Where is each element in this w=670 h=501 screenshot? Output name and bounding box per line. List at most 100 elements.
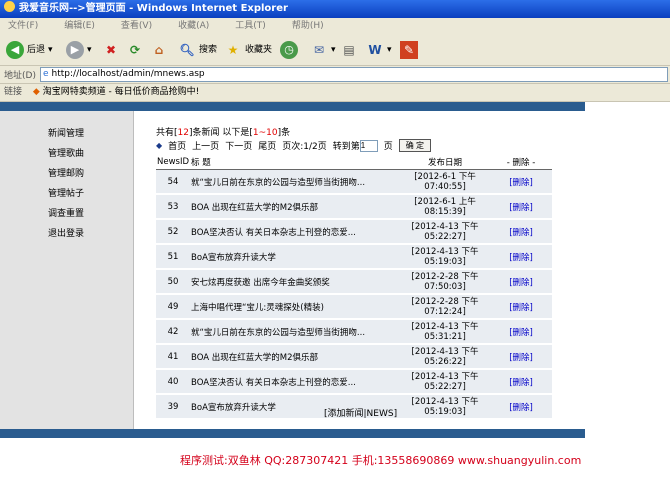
table-row: 54 就“宝儿日前在东京的公园与造型师当街拥吻... [2012-6-1 下午 07:…: [156, 169, 552, 195]
sidebar-item-mail-order[interactable]: 管理邮购: [48, 166, 84, 179]
pager-prev[interactable]: 上一页: [192, 139, 219, 152]
menu-tools[interactable]: 工具(T): [235, 21, 266, 31]
printer-icon: ▤: [343, 43, 355, 57]
news-date-line1: [2012-6-1 上午: [414, 196, 476, 207]
toolbar: ◀ 后退 ▾ ▶ ▾ ✖ ⟳ ⌂ 🔍︎ 搜索 ★ 收藏夹 ◷ ✉ ▾ ▤ W ▾ ✎: [0, 35, 670, 66]
delete-link[interactable]: [删除]: [490, 344, 552, 370]
mail-button[interactable]: ✉ ▾: [310, 39, 336, 61]
home-button[interactable]: ⌂: [150, 39, 168, 61]
table-row: 41 BOA 出现在红蓝大学的M2俱乐部 [2012-4-13 下午 05:26:22…: [156, 344, 552, 370]
window-title: 我爱音乐网-->管理页面 - Windows Internet Explorer: [19, 3, 288, 14]
favorites-button[interactable]: ★ 收藏夹: [224, 39, 272, 61]
delete-link[interactable]: [删除]: [490, 319, 552, 345]
news-date: [2012-2-28 下午 07:50:03]: [400, 269, 491, 295]
news-date: [2012-4-13 下午 05:19:03]: [400, 244, 491, 270]
menu-file[interactable]: 文件(F): [8, 21, 38, 31]
news-date: [2012-4-13 下午 05:22:27]: [400, 369, 491, 395]
menu-favorites[interactable]: 收藏(A): [178, 21, 209, 31]
news-title[interactable]: BOA坚决否认 有关日本杂志上刊登的恋爱...: [190, 369, 401, 395]
news-table: NewsID 标 题 发布日期 - 删除 - 54 就“宝儿日前在东京的公园与造型…: [156, 155, 552, 420]
taobao-icon: ◆: [32, 87, 40, 97]
pager-next[interactable]: 下一页: [225, 139, 252, 152]
delete-link[interactable]: [删除]: [490, 269, 552, 295]
news-date: [2012-6-1 上午 08:15:39]: [400, 194, 491, 220]
news-id: 42: [156, 319, 191, 345]
news-date-line2: 05:19:03]: [424, 406, 466, 417]
col-newsid: NewsID: [156, 155, 191, 170]
address-input[interactable]: e http://localhost/admin/mnews.asp: [40, 67, 668, 82]
menu-help[interactable]: 帮助(H): [292, 21, 324, 31]
news-title[interactable]: 安七炫再度获邀 出席今年金曲奖颁奖: [190, 269, 401, 295]
admin-sidebar: 新闻管理 管理歌曲 管理邮购 管理帖子 调查重置 退出登录: [0, 111, 134, 430]
refresh-button[interactable]: ⟳: [126, 39, 144, 61]
news-id: 41: [156, 344, 191, 370]
star-icon: ★: [227, 43, 239, 57]
news-title[interactable]: BOA 出现在红蓝大学的M2俱乐部: [190, 344, 401, 370]
delete-link[interactable]: [删除]: [490, 219, 552, 245]
edit-button[interactable]: W ▾: [366, 39, 391, 61]
table-row: 40 BOA坚决否认 有关日本杂志上刊登的恋爱... [2012-4-13 下午 05…: [156, 369, 552, 395]
menu-edit[interactable]: 编辑(E): [64, 21, 95, 31]
news-date-line1: [2012-2-28 下午: [411, 271, 479, 282]
confirm-button[interactable]: 确 定: [398, 139, 432, 152]
stop-icon: ✖: [105, 43, 117, 57]
stop-button[interactable]: ✖: [102, 39, 120, 61]
pager: ◆ 首页 上一页 下一页 尾页 页次:1/2页 转到第 页 确 定: [156, 139, 432, 152]
menu-view[interactable]: 查看(V): [121, 21, 152, 31]
news-date-line2: 07:12:24]: [424, 306, 466, 317]
news-title[interactable]: 上海中唱代理“宝儿:灵魂探处(精装): [190, 294, 401, 320]
news-id: 40: [156, 369, 191, 395]
table-row: 52 BOA坚决否认 有关日本杂志上刊登的恋爱... [2012-4-13 下午 05…: [156, 219, 552, 245]
links-item[interactable]: 淘宝网特卖频道 - 每日低价商品抢购中!: [43, 87, 200, 97]
back-button[interactable]: ◀ 后退 ▾: [6, 39, 53, 61]
news-title[interactable]: BOA坚决否认 有关日本杂志上刊登的恋爱...: [190, 219, 401, 245]
history-icon: ◷: [280, 41, 298, 59]
news-date-line1: [2012-2-28 下午: [411, 296, 479, 307]
news-date-line2: 05:22:27]: [424, 231, 466, 242]
news-date-line2: 08:15:39]: [424, 206, 466, 217]
col-title: 标 题: [190, 155, 401, 170]
back-label: 后退: [27, 45, 46, 55]
pager-first[interactable]: 首页: [168, 139, 186, 152]
pager-bullet-icon: ◆: [156, 141, 163, 150]
delete-link[interactable]: [删除]: [490, 369, 552, 395]
news-range: 1~10: [252, 128, 278, 138]
delete-link[interactable]: [删除]: [490, 244, 552, 270]
add-news-link[interactable]: [添加新闻|NEWS]: [324, 406, 397, 419]
delete-link[interactable]: [删除]: [490, 194, 552, 220]
sidebar-item-songs[interactable]: 管理歌曲: [48, 146, 84, 159]
delete-link[interactable]: [删除]: [490, 294, 552, 320]
news-id: 39: [156, 394, 191, 420]
footer-stripe: [0, 429, 585, 438]
print-button[interactable]: ▤: [340, 39, 358, 61]
back-arrow-icon: ◀: [6, 41, 24, 59]
delete-link[interactable]: [删除]: [490, 169, 552, 195]
news-date-line1: [2012-4-13 下午: [411, 221, 479, 232]
sidebar-item-posts[interactable]: 管理帖子: [48, 186, 84, 199]
news-title[interactable]: BOA 出现在红蓝大学的M2俱乐部: [190, 194, 401, 220]
links-bar: 链接 ◆ 淘宝网特卖频道 - 每日低价商品抢购中!: [0, 84, 670, 102]
table-row: 53 BOA 出现在红蓝大学的M2俱乐部 [2012-6-1 上午 08:15:39]…: [156, 194, 552, 220]
search-button[interactable]: 🔍︎ 搜索: [178, 39, 217, 61]
forward-dropdown-icon: ▾: [87, 45, 92, 55]
page-number-input[interactable]: [359, 139, 378, 152]
address-label: 地址(D): [4, 71, 36, 81]
col-date: 发布日期: [400, 155, 491, 170]
sidebar-item-news[interactable]: 新闻管理: [48, 126, 84, 139]
news-title[interactable]: BoA宣布放弃升读大学: [190, 244, 401, 270]
pager-last[interactable]: 尾页: [258, 139, 276, 152]
history-button[interactable]: ◷: [280, 39, 298, 61]
links-label: 链接: [4, 87, 23, 97]
news-id: 54: [156, 169, 191, 195]
news-title[interactable]: 就“宝儿日前在东京的公园与造型师当街拥吻...: [190, 319, 401, 345]
delete-link[interactable]: [删除]: [490, 394, 552, 420]
news-title[interactable]: 就“宝儿日前在东京的公园与造型师当街拥吻...: [190, 169, 401, 195]
mail-dropdown-icon: ▾: [331, 45, 336, 55]
news-date: [2012-2-28 下午 07:12:24]: [400, 294, 491, 320]
page-viewport: 新闻管理 管理歌曲 管理邮购 管理帖子 调查重置 退出登录 共有[12]条新闻 …: [0, 102, 670, 501]
forward-button[interactable]: ▶ ▾: [66, 39, 92, 61]
sidebar-item-survey-reset[interactable]: 调查重置: [48, 206, 84, 219]
extension-button[interactable]: ✎: [400, 39, 418, 61]
table-row: 49 上海中唱代理“宝儿:灵魂探处(精装) [2012-2-28 下午 07:12:2…: [156, 294, 552, 320]
sidebar-item-logout[interactable]: 退出登录: [48, 226, 84, 239]
